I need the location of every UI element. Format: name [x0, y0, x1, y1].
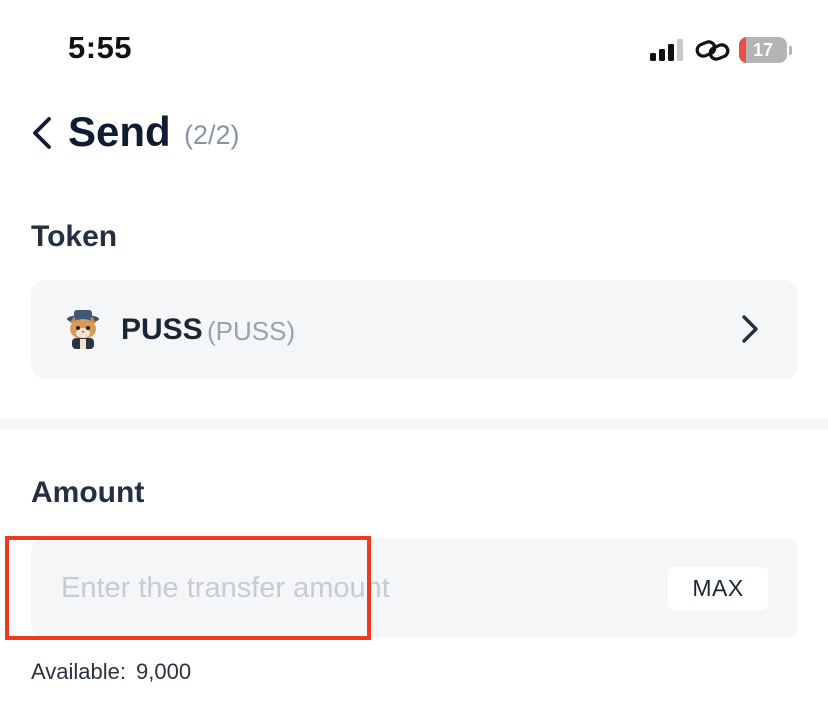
send-screen: 5:55 17 Send (2/2) Token PUSS (PUSS) Amo… [0, 0, 828, 721]
step-indicator: (2/2) [184, 120, 240, 150]
chevron-left-icon [33, 117, 51, 149]
token-label: Token [31, 220, 118, 253]
token-selector[interactable]: PUSS (PUSS) [31, 280, 798, 379]
signal-icon [650, 39, 683, 61]
section-divider [0, 419, 828, 430]
max-button[interactable]: MAX [668, 567, 768, 610]
battery-icon: 17 [739, 37, 787, 63]
battery-tip [789, 45, 792, 55]
amount-label: Amount [31, 476, 145, 509]
amount-input[interactable] [61, 562, 661, 614]
available-value: 9,000 [136, 659, 192, 684]
cat-token-avatar [63, 309, 103, 351]
token-symbol: (PUSS) [207, 316, 296, 346]
battery-level: 17 [752, 40, 774, 60]
amount-field: MAX [31, 538, 798, 638]
token-name: PUSS [121, 313, 203, 346]
back-button[interactable] [24, 110, 60, 156]
available-label: Available: [31, 659, 126, 684]
status-time: 5:55 [68, 30, 133, 65]
status-icons: 17 [650, 36, 792, 64]
page-title: Send [68, 108, 171, 155]
chevron-right-icon [742, 315, 758, 343]
link-icon [695, 38, 731, 62]
available-balance: Available: 9,000 [31, 659, 191, 685]
